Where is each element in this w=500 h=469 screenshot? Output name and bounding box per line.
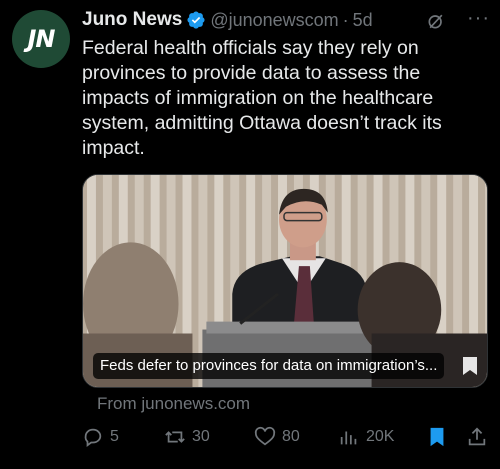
views-button[interactable]: 20K [338, 424, 394, 450]
card-bookmark-icon[interactable] [461, 355, 479, 377]
retweet-button[interactable]: 30 [164, 424, 210, 450]
tweet-time[interactable]: 5d [353, 10, 373, 31]
time-separator: · [342, 9, 349, 30]
tweet-header: Juno News @junonewscom · 5d ··· [82, 6, 490, 34]
verified-badge-icon [186, 10, 206, 30]
link-card[interactable]: Feds defer to provinces for data on immi… [82, 174, 488, 388]
retweet-icon [165, 431, 185, 443]
tweet-text: Federal health officials say they rely o… [82, 37, 442, 159]
more-icon[interactable]: ··· [467, 7, 490, 30]
reply-icon [84, 428, 102, 447]
share-button[interactable] [466, 424, 488, 450]
reply-count: 5 [110, 428, 119, 445]
bookmark-icon [430, 427, 444, 447]
share-icon [468, 427, 486, 446]
like-count: 80 [282, 428, 300, 445]
avatar-logo-text: JN [27, 25, 55, 53]
bookmark-button[interactable] [426, 424, 448, 450]
views-count: 20K [366, 428, 395, 445]
author-name[interactable]: Juno News [82, 9, 182, 31]
author-handle[interactable]: @junonewscom [210, 10, 338, 31]
like-button[interactable]: 80 [254, 424, 300, 450]
like-icon [254, 426, 276, 446]
reply-button[interactable]: 5 [82, 424, 119, 450]
grok-icon[interactable] [426, 11, 446, 31]
avatar[interactable]: JN [12, 10, 70, 68]
views-icon [340, 431, 357, 445]
retweet-count: 30 [192, 428, 210, 445]
card-title[interactable]: Feds defer to provinces for data on immi… [93, 353, 445, 379]
card-source[interactable]: From junonews.com [97, 394, 250, 414]
tweet-actions: 5 30 80 20K [82, 424, 492, 450]
